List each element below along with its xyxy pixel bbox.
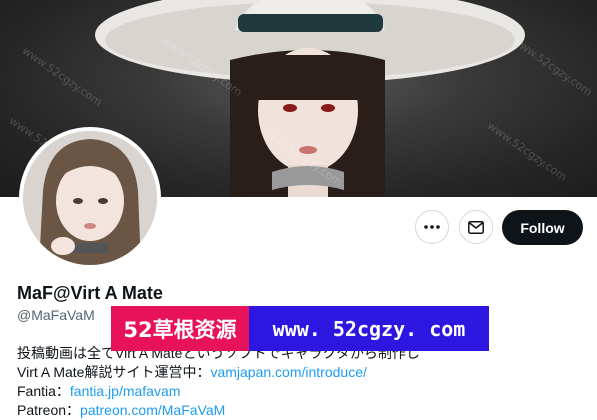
bio-text: Virt A Mate解説サイト運営中： [17,364,211,380]
bio-link-vamjapan[interactable]: vamjapan.com/introduce/ [210,364,366,380]
promo-banner[interactable]: 52草根资源 www. 52cgzy. com [111,306,489,351]
bio-line: Virt A Mate解説サイト運営中：vamjapan.com/introdu… [17,362,367,382]
display-name: MaF@Virt A Mate [17,283,163,303]
promo-site-name: 52草根资源 [111,306,249,351]
bio-line: Fantia：fantia.jp/mafavam [17,381,180,401]
promo-site-url: www. 52cgzy. com [249,306,489,351]
more-button[interactable] [415,210,449,244]
user-handle: @MaFaVaM [17,307,95,323]
bio-text: Patreon： [17,402,81,418]
envelope-icon [468,220,484,234]
follow-button[interactable]: Follow [502,210,583,245]
profile-avatar[interactable] [19,127,161,269]
bio-text: Fantia： [17,383,70,399]
more-horizontal-icon [424,225,440,229]
bio-link-patreon[interactable]: patreon.com/MaFaVaM [80,402,225,418]
avatar-illustration [23,131,157,265]
bio-link-fantia[interactable]: fantia.jp/mafavam [70,383,181,399]
bio-line: Patreon：patreon.com/MaFaVaM [17,400,225,420]
message-button[interactable] [459,210,493,244]
